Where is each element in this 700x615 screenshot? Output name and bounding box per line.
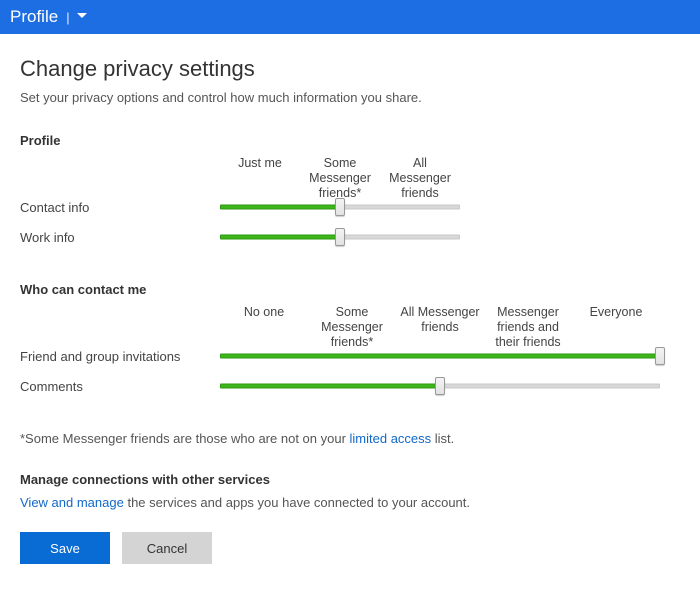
contact-section: Who can contact me Friend and group invi… (20, 282, 680, 401)
col-header: Some Messenger friends* (308, 305, 396, 341)
contact-column-headers: No one Some Messenger friends* All Messe… (220, 305, 660, 341)
col-header: No one (220, 305, 308, 341)
page-subtitle: Set your privacy options and control how… (20, 90, 680, 105)
save-button[interactable]: Save (20, 532, 110, 564)
button-row: Save Cancel (20, 532, 680, 564)
footnote-suffix: list. (431, 431, 454, 446)
col-header: Just me (220, 156, 300, 192)
top-bar: Profile | (0, 0, 700, 34)
col-header: Messenger friends and their friends (484, 305, 572, 341)
manage-title: Manage connections with other services (20, 472, 680, 487)
contact-info-slider[interactable] (220, 199, 460, 215)
work-info-slider[interactable] (220, 229, 460, 245)
row-label: Work info (20, 222, 220, 252)
manage-text: View and manage the services and apps yo… (20, 495, 680, 510)
topbar-divider: | (66, 10, 69, 25)
col-header: Everyone (572, 305, 660, 341)
contact-section-title: Who can contact me (20, 282, 680, 297)
invitations-slider[interactable] (220, 348, 660, 364)
content-area: Change privacy settings Set your privacy… (0, 34, 700, 584)
footnote-prefix: *Some Messenger friends are those who ar… (20, 431, 350, 446)
profile-section-title: Profile (20, 133, 680, 148)
chevron-down-icon[interactable] (76, 10, 88, 25)
page-heading: Change privacy settings (20, 56, 680, 82)
manage-rest: the services and apps you have connected… (124, 495, 470, 510)
view-and-manage-link[interactable]: View and manage (20, 495, 124, 510)
col-header: Some Messenger friends* (300, 156, 380, 192)
profile-section: Profile Contact info Work info Just me S… (20, 133, 680, 252)
row-label: Comments (20, 371, 220, 401)
col-header: All Messenger friends (380, 156, 460, 192)
row-label: Friend and group invitations (20, 341, 220, 371)
limited-access-link[interactable]: limited access (350, 431, 432, 446)
row-label: Contact info (20, 192, 220, 222)
footnote: *Some Messenger friends are those who ar… (20, 431, 680, 446)
profile-column-headers: Just me Some Messenger friends* All Mess… (220, 156, 460, 192)
cancel-button[interactable]: Cancel (122, 532, 212, 564)
topbar-title: Profile (10, 7, 58, 27)
col-header: All Messenger friends (396, 305, 484, 341)
comments-slider[interactable] (220, 378, 660, 394)
